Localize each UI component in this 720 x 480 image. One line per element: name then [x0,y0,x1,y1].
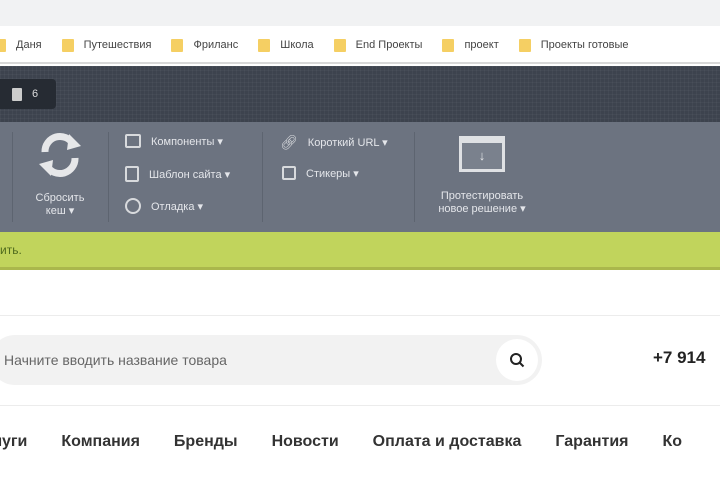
bookmark[interactable]: End Проекты [333,38,423,52]
bookmark[interactable]: Даня [0,38,42,52]
folder-icon [518,38,531,52]
search-icon [510,353,525,368]
reset-cache-label-2: кеш ▾ [45,205,75,217]
window-download-icon: ↓ [459,136,505,172]
folder-icon [258,38,271,52]
reset-cache-button[interactable]: Сбросить кеш ▾ [22,130,98,218]
bookmark[interactable]: Школа [258,38,314,52]
bookmark-label: Путешествия [83,39,152,51]
bookmark-label: Фриланс [193,39,239,51]
divider [262,132,263,222]
bookmark-label: End Проекты [355,39,423,51]
folder-icon [61,38,74,52]
nav-item-brands[interactable]: Бренды [174,433,238,451]
notice-bar: ить. [0,232,720,270]
browser-top-strip [0,0,720,26]
bookmark[interactable]: Путешествия [61,38,152,52]
short-url-menu[interactable]: 🔗︎ Короткий URL ▾ [280,134,388,151]
nav-item-contacts[interactable]: Ко [663,433,683,451]
site-template-menu[interactable]: Шаблон сайта ▾ [125,166,230,182]
notice-text[interactable]: ить. [0,243,22,257]
nav-item-services[interactable]: луги [0,433,27,451]
divider [12,132,13,222]
admin-count: 6 [32,88,39,100]
debug-label: Отладка ▾ [151,200,204,213]
test-solution-label: Протестировать [440,190,524,202]
bookmark[interactable]: проект [442,38,499,52]
stickers-label: Стикеры ▾ [306,167,359,180]
bookmark-label: Школа [280,39,314,51]
nav-item-company[interactable]: Компания [61,433,140,451]
bookmark-label: Проекты готовые [540,39,629,51]
folder-icon [442,38,455,52]
reset-cache-label: Сбросить [35,192,85,204]
stickers-menu[interactable]: Стикеры ▾ [282,166,359,180]
bookmarks-bar: Даня Путешествия Фриланс Школа End Проек… [0,28,720,64]
components-menu[interactable]: Компоненты ▾ [125,134,223,148]
folder-icon [0,38,6,52]
sticker-icon [282,166,296,180]
link-icon: 🔗︎ [280,134,298,150]
divider [0,315,720,316]
phone-number[interactable]: +7 914 [653,348,705,368]
bookmark-label: Даня [16,39,42,51]
divider [414,132,415,222]
main-nav: луги Компания Бренды Новости Оплата и до… [0,433,716,451]
admin-toolbar: Сбросить кеш ▾ Компоненты ▾ Шаблон сайта… [0,122,720,232]
divider [108,132,109,222]
site-template-label: Шаблон сайта ▾ [149,168,231,181]
refresh-icon [39,132,81,178]
nav-item-payment-delivery[interactable]: Оплата и доставка [373,433,522,451]
search-button[interactable] [496,339,538,381]
nav-item-warranty[interactable]: Гарантия [555,433,628,451]
admin-button[interactable]: 6 [0,79,56,109]
bookmark-label: проект [464,39,499,51]
search-placeholder: Начните вводить название товара [4,352,227,368]
nav-item-news[interactable]: Новости [272,433,339,451]
folder-icon [171,38,184,52]
test-solution-label-2: новое решение ▾ [438,203,526,215]
folder-icon [333,38,346,52]
template-icon [125,166,139,182]
test-solution-button[interactable]: ↓ Протестировать новое решение ▾ [424,136,540,216]
bookmark[interactable]: Проекты готовые [518,38,629,52]
divider [0,405,720,406]
components-label: Компоненты ▾ [151,135,223,148]
document-icon [12,87,22,101]
admin-panel-bar: 6 [0,66,720,122]
bookmark[interactable]: Фриланс [171,38,239,52]
speedometer-icon [125,198,141,214]
components-icon [125,134,141,148]
search-field[interactable]: Начните вводить название товара [0,335,542,385]
debug-menu[interactable]: Отладка ▾ [125,198,203,214]
short-url-label: Короткий URL ▾ [307,137,388,149]
